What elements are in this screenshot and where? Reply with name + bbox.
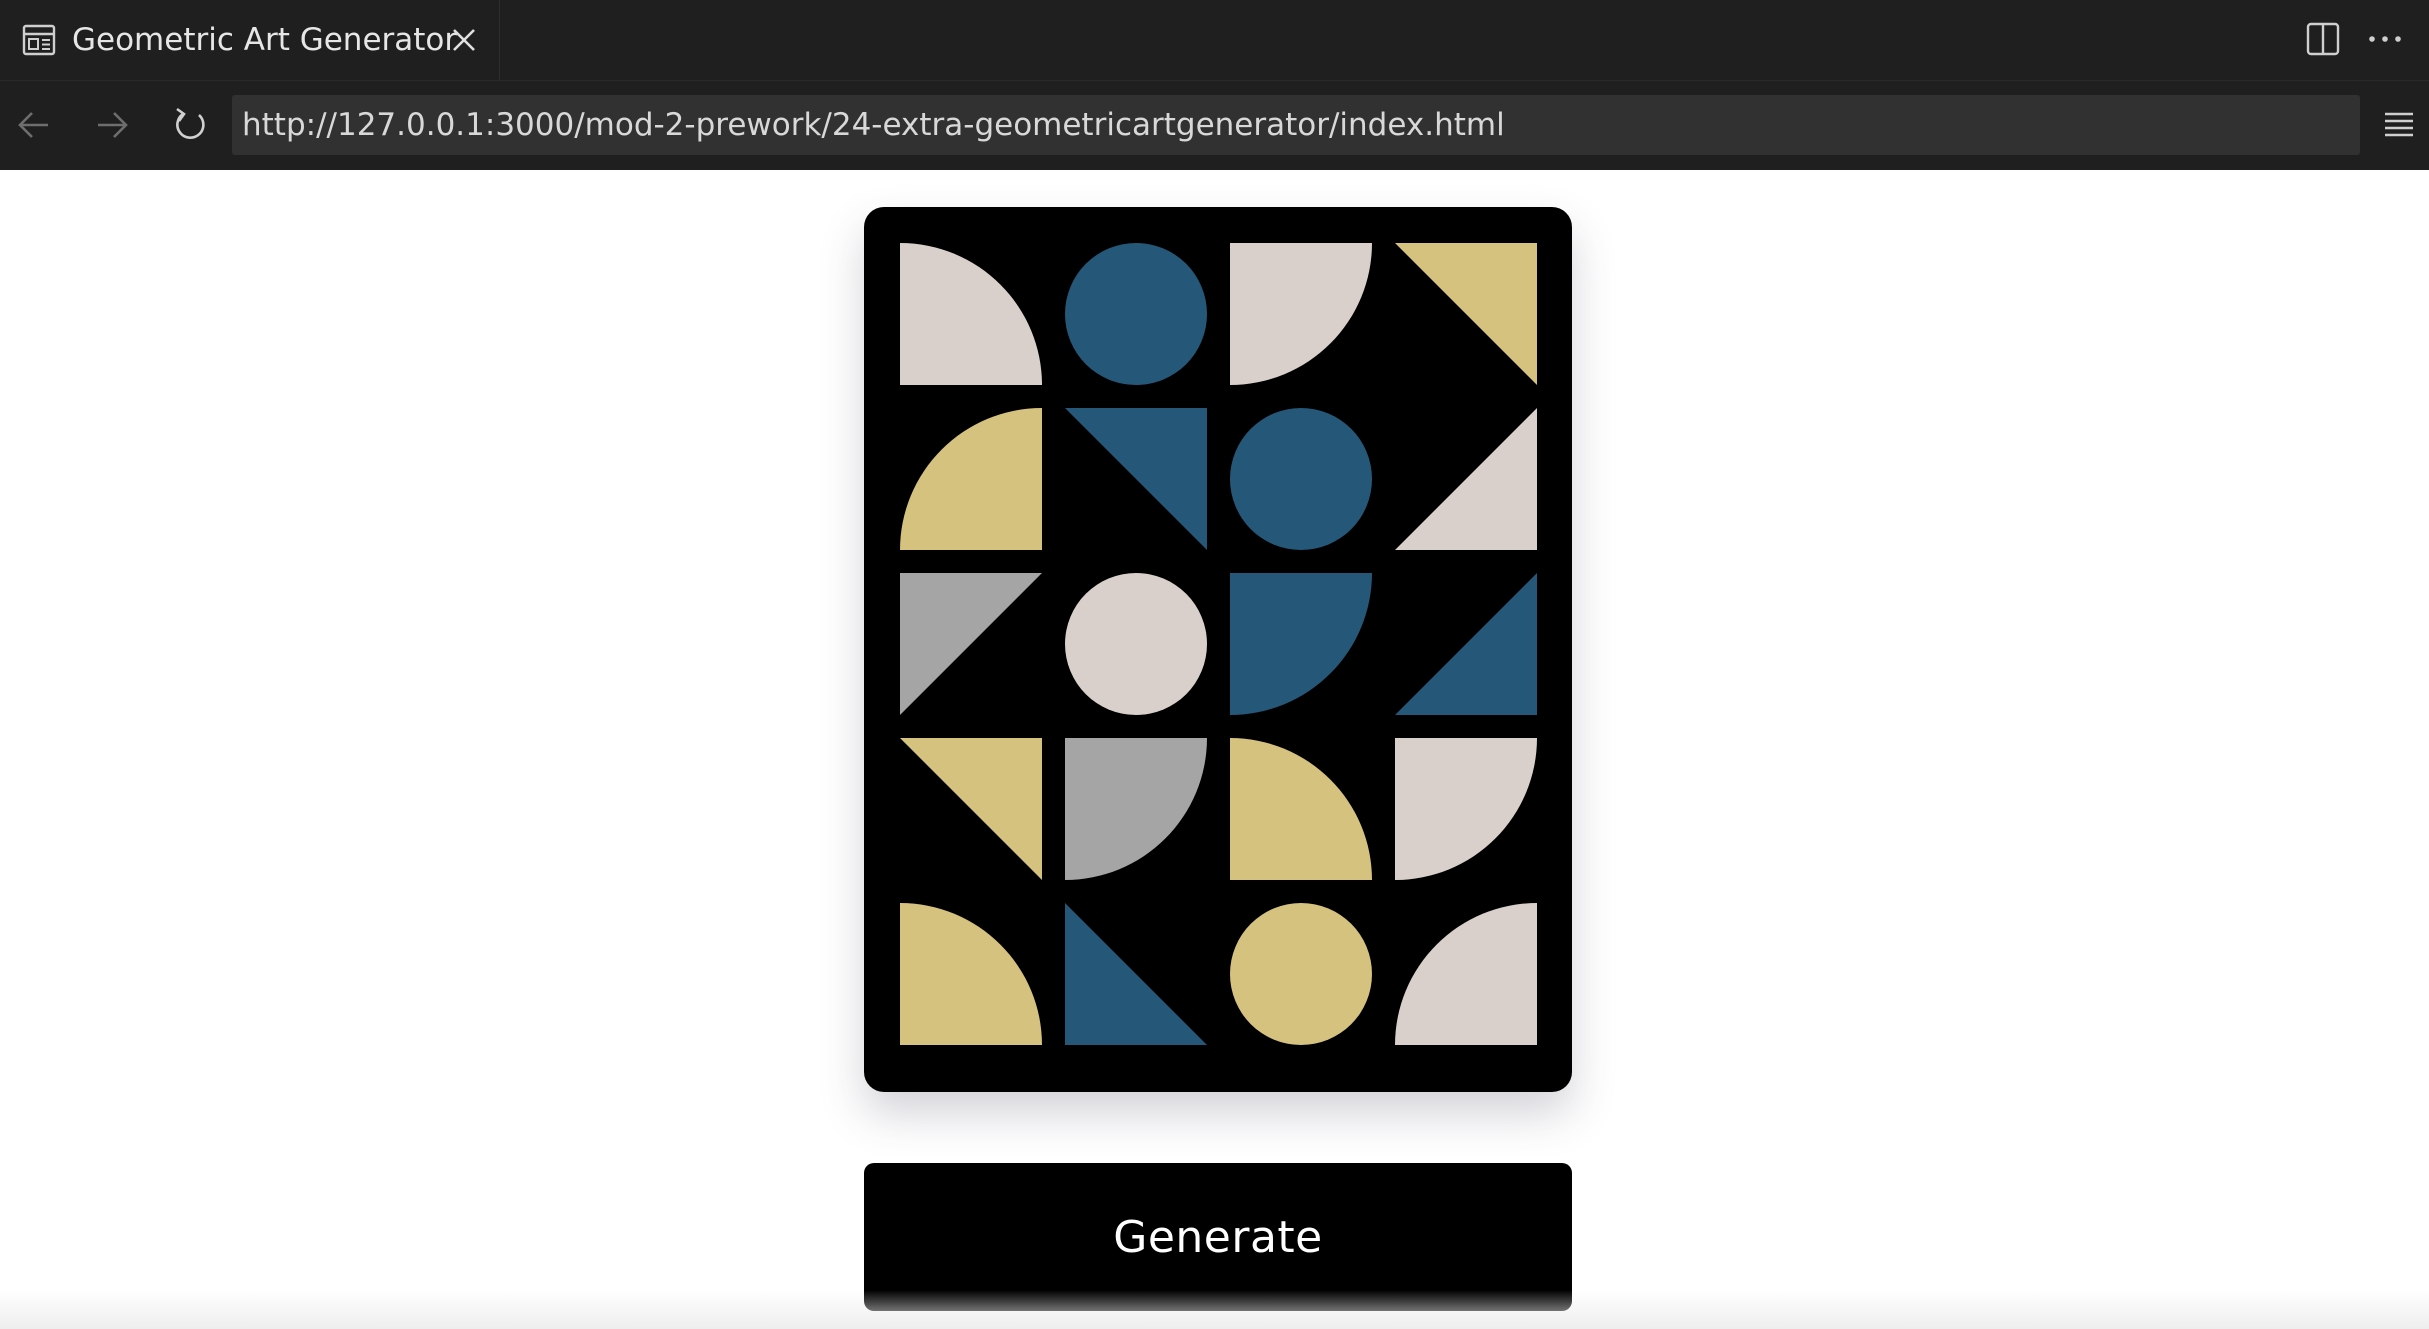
art-grid — [900, 243, 1537, 1045]
art-tile-quarter-circle — [1230, 573, 1372, 715]
tab-bar: Geometric Art Generator — [0, 0, 2429, 80]
art-tile-quarter-circle — [900, 903, 1042, 1045]
art-tile-triangle — [1395, 573, 1537, 715]
art-tile-circle — [1065, 573, 1207, 715]
art-tile-triangle — [900, 738, 1042, 880]
navigation-bar: http://127.0.0.1:3000/mod-2-prework/24-e… — [0, 80, 2429, 170]
close-icon[interactable] — [449, 25, 479, 55]
menu-icon[interactable] — [2380, 105, 2418, 145]
address-bar[interactable]: http://127.0.0.1:3000/mod-2-prework/24-e… — [232, 95, 2360, 155]
art-tile-triangle — [1065, 903, 1207, 1045]
art-tile-quarter-circle — [1395, 903, 1537, 1045]
art-tile-quarter-circle — [1230, 738, 1372, 880]
art-tile-quarter-circle — [1065, 738, 1207, 880]
art-tile-quarter-circle — [900, 243, 1042, 385]
art-tile-circle — [1230, 408, 1372, 550]
tab-title: Geometric Art Generator — [72, 22, 458, 58]
art-tile-triangle — [900, 573, 1042, 715]
art-tile-circle — [1230, 903, 1372, 1045]
art-tile-quarter-circle — [1230, 243, 1372, 385]
art-tile-quarter-circle — [900, 408, 1042, 550]
forward-arrow-icon[interactable] — [90, 103, 134, 147]
art-tile-triangle — [1395, 408, 1537, 550]
reload-icon[interactable] — [168, 103, 212, 147]
more-icon[interactable] — [2364, 20, 2406, 58]
art-tile-quarter-circle — [1395, 738, 1537, 880]
split-editor-icon[interactable] — [2304, 20, 2342, 58]
browser-tab[interactable]: Geometric Art Generator — [0, 0, 500, 80]
preview-icon — [22, 24, 56, 56]
art-tile-triangle — [1065, 408, 1207, 550]
art-tile-circle — [1065, 243, 1207, 385]
generate-button[interactable]: Generate — [864, 1163, 1572, 1311]
art-canvas — [864, 207, 1572, 1092]
back-arrow-icon[interactable] — [12, 103, 56, 147]
art-tile-triangle — [1395, 243, 1537, 385]
